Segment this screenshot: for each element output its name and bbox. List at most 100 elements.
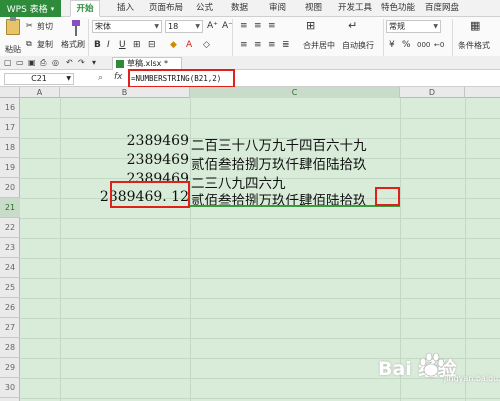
tab-page-layout[interactable]: 页面布局 bbox=[149, 0, 183, 17]
row-header[interactable]: 25 bbox=[0, 278, 20, 298]
document-name: 草稿.xlsx * bbox=[127, 59, 168, 68]
wrap-text-button[interactable]: 自动换行 bbox=[342, 40, 374, 51]
tab-formulas[interactable]: 公式 bbox=[196, 0, 213, 17]
merge-center-icon[interactable]: ⊞ bbox=[306, 20, 315, 32]
cell-c18[interactable]: 二百三十八万九千四百六十九 bbox=[191, 134, 367, 154]
font-name-value: 宋体 bbox=[95, 22, 111, 31]
chevron-down-icon: ▼ bbox=[154, 23, 159, 30]
align-top-icon[interactable]: ≡ bbox=[240, 20, 248, 32]
gridline bbox=[20, 318, 500, 319]
align-center-icon[interactable]: ≡ bbox=[254, 39, 262, 51]
row-header[interactable]: 24 bbox=[0, 258, 20, 278]
tab-review[interactable]: 审阅 bbox=[269, 0, 286, 17]
font-color-icon[interactable]: A bbox=[186, 39, 192, 51]
customize-icon[interactable]: ▾ bbox=[92, 58, 96, 67]
paste-button[interactable]: 粘贴 bbox=[5, 44, 21, 55]
insert-function-button[interactable]: fx bbox=[114, 72, 123, 82]
chevron-down-icon: ▾ bbox=[50, 4, 55, 13]
open-folder-icon[interactable]: ▭ bbox=[16, 58, 24, 67]
row-header[interactable]: 17 bbox=[0, 118, 20, 138]
cell-c19[interactable]: 贰佰叁拾捌万玖仟肆佰陆拾玖 bbox=[191, 153, 367, 173]
borders-icon[interactable]: ⊞ bbox=[133, 39, 141, 51]
new-file-icon[interactable]: ▢ bbox=[4, 58, 12, 67]
align-middle-icon[interactable]: ≡ bbox=[254, 20, 262, 32]
align-right-icon[interactable]: ≡ bbox=[268, 39, 276, 51]
cell-b18[interactable]: 2389469 bbox=[58, 133, 189, 149]
row-header[interactable]: 30 bbox=[0, 378, 20, 398]
format-painter-button[interactable]: 格式刷 bbox=[61, 39, 85, 50]
align-bottom-icon[interactable]: ≡ bbox=[268, 20, 276, 32]
gridline bbox=[20, 118, 500, 119]
column-header-c[interactable]: C bbox=[190, 87, 400, 98]
row-header[interactable]: 19 bbox=[0, 158, 20, 178]
tab-insert[interactable]: 插入 bbox=[117, 0, 134, 17]
tab-baidu-netdisk[interactable]: 百度网盘 bbox=[425, 0, 459, 17]
copy-icon[interactable]: ⧉ bbox=[26, 39, 32, 49]
font-name-select[interactable]: 宋体 ▼ bbox=[92, 20, 162, 33]
select-all-corner[interactable] bbox=[0, 87, 20, 98]
row-header[interactable]: 16 bbox=[0, 98, 20, 118]
italic-button[interactable]: I bbox=[107, 39, 110, 51]
column-header-b[interactable]: B bbox=[60, 87, 190, 98]
increase-font-icon[interactable]: A⁺ bbox=[207, 20, 218, 32]
font-size-select[interactable]: 18 ▼ bbox=[165, 20, 203, 33]
undo-icon[interactable]: ↶ bbox=[66, 58, 73, 67]
save-icon[interactable]: ▣ bbox=[28, 58, 36, 67]
row-header[interactable]: 22 bbox=[0, 218, 20, 238]
column-header-a[interactable]: A bbox=[20, 87, 60, 98]
wps-app-menu-button[interactable]: WPS 表格 ▾ bbox=[0, 0, 61, 17]
format-painter-icon[interactable] bbox=[70, 20, 82, 36]
cell-b19[interactable]: 2389469 bbox=[58, 152, 189, 168]
print-icon[interactable]: ⎙ bbox=[40, 58, 46, 68]
row-header[interactable]: 20 bbox=[0, 178, 20, 198]
align-left-icon[interactable]: ≡ bbox=[240, 39, 248, 51]
fill-color-icon[interactable]: ◆ bbox=[170, 39, 177, 51]
menu-bar: WPS 表格 ▾ 开始 插入 页面布局 公式 数据 审阅 视图 开发工具 特色功… bbox=[0, 0, 500, 17]
tab-view[interactable]: 视图 bbox=[305, 0, 322, 17]
row-header[interactable]: 23 bbox=[0, 238, 20, 258]
currency-button[interactable]: ¥ bbox=[389, 39, 395, 51]
cut-button[interactable]: 剪切 bbox=[37, 21, 53, 32]
row-header[interactable]: 27 bbox=[0, 318, 20, 338]
redo-icon[interactable]: ↷ bbox=[78, 58, 85, 67]
tab-data[interactable]: 数据 bbox=[231, 0, 248, 17]
clear-format-icon[interactable]: ◇ bbox=[203, 39, 210, 51]
increase-decimal-icon[interactable]: ←0 bbox=[434, 39, 444, 51]
scissors-icon[interactable]: ✂ bbox=[26, 21, 33, 30]
zoom-icon[interactable]: ⌕ bbox=[98, 73, 103, 83]
copy-button[interactable]: 复制 bbox=[37, 39, 53, 50]
merge-icon[interactable]: ⊟ bbox=[148, 39, 156, 51]
gridline bbox=[20, 298, 500, 299]
number-format-select[interactable]: 常规 ▼ bbox=[386, 20, 441, 33]
tab-special-features[interactable]: 特色功能 bbox=[381, 0, 415, 17]
merge-center-button[interactable]: 合并居中 bbox=[303, 40, 335, 51]
active-cell-highlight-box bbox=[375, 187, 400, 206]
row-header[interactable]: 26 bbox=[0, 298, 20, 318]
tab-home[interactable]: 开始 bbox=[70, 0, 100, 17]
gridline bbox=[20, 218, 500, 219]
distribute-icon[interactable]: ≣ bbox=[282, 39, 290, 51]
conditional-format-icon[interactable]: ▦ bbox=[470, 20, 480, 32]
paste-icon[interactable] bbox=[6, 17, 20, 35]
wrap-text-icon[interactable]: ↵ bbox=[348, 20, 357, 32]
row-header[interactable]: 29 bbox=[0, 358, 20, 378]
preview-icon[interactable]: ◎ bbox=[52, 58, 59, 67]
percent-button[interactable]: % bbox=[402, 39, 411, 51]
active-cell-underline bbox=[190, 205, 400, 207]
tab-developer[interactable]: 开发工具 bbox=[338, 0, 372, 17]
gridline bbox=[20, 278, 500, 279]
thousands-button[interactable]: 000 bbox=[417, 39, 430, 51]
conditional-format-button[interactable]: 条件格式 bbox=[458, 40, 490, 51]
divider bbox=[383, 19, 384, 59]
name-box[interactable]: C21 ▼ bbox=[4, 73, 74, 85]
underline-button[interactable]: U bbox=[119, 39, 126, 51]
app-name: WPS 表格 bbox=[6, 5, 48, 15]
row-header-selected[interactable]: 21 bbox=[0, 198, 20, 218]
divider bbox=[232, 19, 233, 59]
number-format-value: 常规 bbox=[389, 22, 405, 31]
column-header-d[interactable]: D bbox=[400, 87, 465, 98]
bold-button[interactable]: B bbox=[94, 39, 101, 51]
row-header[interactable]: 18 bbox=[0, 138, 20, 158]
row-header[interactable]: 28 bbox=[0, 338, 20, 358]
column-header-bar: A B C D bbox=[0, 87, 500, 98]
